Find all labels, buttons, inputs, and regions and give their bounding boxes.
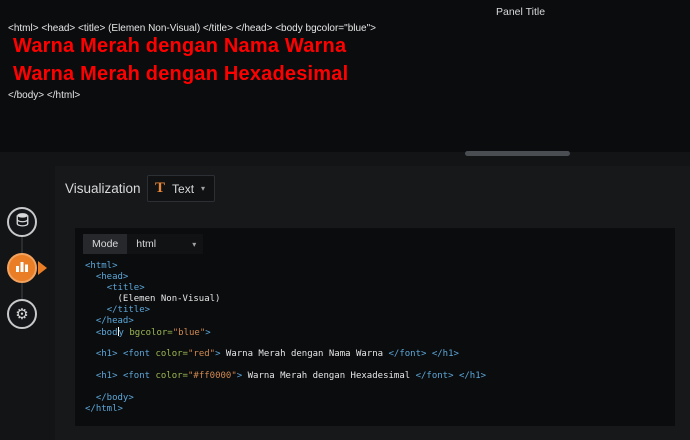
tab-visualization[interactable] <box>7 253 37 283</box>
code-editor[interactable]: <html> <head> <title> (Elemen Non-Visual… <box>85 261 669 422</box>
tab-queries[interactable] <box>7 207 37 237</box>
chart-icon <box>14 258 30 279</box>
chevron-down-icon: ▾ <box>192 239 197 249</box>
viz-type-value: Text <box>172 181 195 196</box>
mode-label: Mode <box>83 234 128 254</box>
mode-select[interactable]: html ▾ <box>127 234 204 254</box>
viz-type-select[interactable]: T Text ▾ <box>147 175 216 202</box>
tab-general[interactable]: ⚙ <box>7 299 37 329</box>
active-tab-arrow-icon <box>38 261 47 275</box>
preview-raw-html-bottom: </body> </html> <box>8 90 81 101</box>
panel-preview: Panel Title <html> <head> <title> (Eleme… <box>0 0 690 152</box>
database-icon <box>15 212 30 232</box>
mode-value: html <box>136 238 157 250</box>
preview-raw-html-top: <html> <head> <title> (Elemen Non-Visual… <box>8 23 376 34</box>
visualization-section: Visualization T Text ▾ Mode html ▾ <html… <box>55 166 690 440</box>
panel-title[interactable]: Panel Title <box>496 6 545 18</box>
text-panel-icon: T <box>155 180 166 196</box>
mode-row: Mode html ▾ <box>83 234 204 254</box>
horizontal-scrollbar[interactable] <box>465 151 570 156</box>
chevron-down-icon: ▾ <box>201 184 206 193</box>
text-panel-editor: Mode html ▾ <html> <head> <title> (Eleme… <box>75 228 675 426</box>
section-title: Visualization <box>65 181 141 196</box>
preview-heading-1: Warna Merah dengan Nama Warna <box>13 35 347 57</box>
preview-heading-2: Warna Merah dengan Hexadesimal <box>13 63 349 85</box>
gear-icon: ⚙ <box>15 305 29 323</box>
